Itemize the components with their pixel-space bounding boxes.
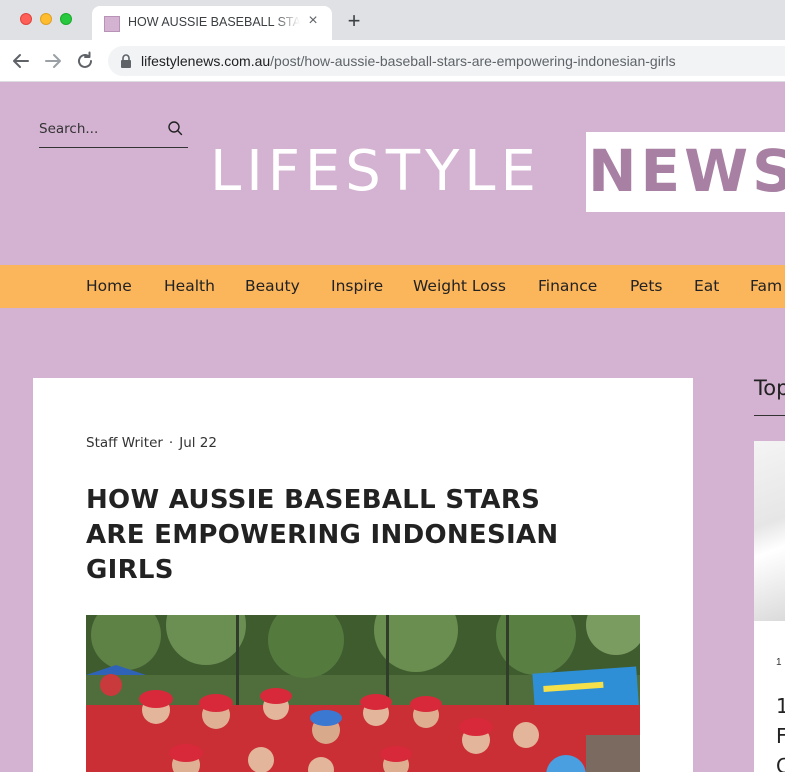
- main-nav: Home Health Beauty Inspire Weight Loss F…: [0, 265, 785, 308]
- logo-news-text: NEWS: [588, 137, 785, 205]
- article-card: Staff Writer · Jul 22 HOW AUSSIE BASEBALL …: [33, 378, 693, 772]
- logo-lifestyle-text: LIFESTYLE: [210, 139, 541, 204]
- browser-tab[interactable]: HOW AUSSIE BASEBALL STARS ARE EMPOWERING…: [92, 6, 332, 40]
- reload-icon[interactable]: [74, 50, 96, 72]
- nav-item-pets[interactable]: Pets: [630, 277, 662, 295]
- maximize-window-button[interactable]: [60, 13, 72, 25]
- search-icon[interactable]: [167, 120, 183, 136]
- favicon-icon: [104, 16, 120, 32]
- sidebar-post-title-line: 1: [776, 694, 785, 718]
- sidebar-divider: [754, 415, 785, 416]
- search-box: [39, 116, 188, 148]
- nav-item-family[interactable]: Fam: [750, 277, 782, 295]
- sidebar-post-title-line: F: [776, 724, 785, 748]
- search-input[interactable]: [39, 118, 159, 140]
- url-domain: lifestylenews.com.au: [141, 53, 271, 69]
- sidebar-post-meta: 1: [776, 657, 782, 668]
- tab-title: HOW AUSSIE BASEBALL STARS ARE EMPOWERING…: [128, 15, 300, 29]
- post-author[interactable]: Staff Writer: [86, 435, 163, 451]
- nav-item-finance[interactable]: Finance: [538, 277, 597, 295]
- sidebar-post-card[interactable]: 1 1 F C: [754, 441, 785, 772]
- minimize-window-button[interactable]: [40, 13, 52, 25]
- nav-item-health[interactable]: Health: [164, 277, 215, 295]
- nav-item-eat[interactable]: Eat: [694, 277, 719, 295]
- sidebar-post-thumbnail: [754, 441, 785, 621]
- close-window-button[interactable]: [20, 13, 32, 25]
- post-meta: Staff Writer · Jul 22: [86, 435, 217, 451]
- nav-item-beauty[interactable]: Beauty: [245, 277, 300, 295]
- post-title: HOW AUSSIE BASEBALL STARS ARE EMPOWERING…: [86, 485, 559, 585]
- meta-separator: ·: [168, 435, 174, 451]
- sidebar-post-title-line: C: [776, 754, 785, 772]
- post-date: Jul 22: [179, 435, 217, 451]
- tab-close-button[interactable]: ×: [304, 12, 322, 30]
- browser-tab-bar: HOW AUSSIE BASEBALL STARS ARE EMPOWERING…: [0, 0, 785, 40]
- url-field[interactable]: lifestylenews.com.au/post/how-aussie-bas…: [108, 46, 785, 76]
- lock-icon: [121, 54, 131, 68]
- article-photo: [86, 615, 640, 772]
- address-bar: lifestylenews.com.au/post/how-aussie-bas…: [0, 40, 785, 82]
- nav-item-home[interactable]: Home: [86, 277, 132, 295]
- nav-item-inspire[interactable]: Inspire: [331, 277, 383, 295]
- forward-arrow-icon[interactable]: [42, 50, 64, 72]
- back-arrow-icon[interactable]: [10, 50, 32, 72]
- new-tab-button[interactable]: +: [342, 9, 366, 33]
- url-text: lifestylenews.com.au/post/how-aussie-bas…: [141, 53, 676, 69]
- nav-item-weight-loss[interactable]: Weight Loss: [413, 277, 506, 295]
- logo-news-box: NEWS: [586, 132, 785, 212]
- sidebar-heading: Top: [754, 376, 785, 400]
- url-path: /post/how-aussie-baseball-stars-are-empo…: [270, 53, 676, 69]
